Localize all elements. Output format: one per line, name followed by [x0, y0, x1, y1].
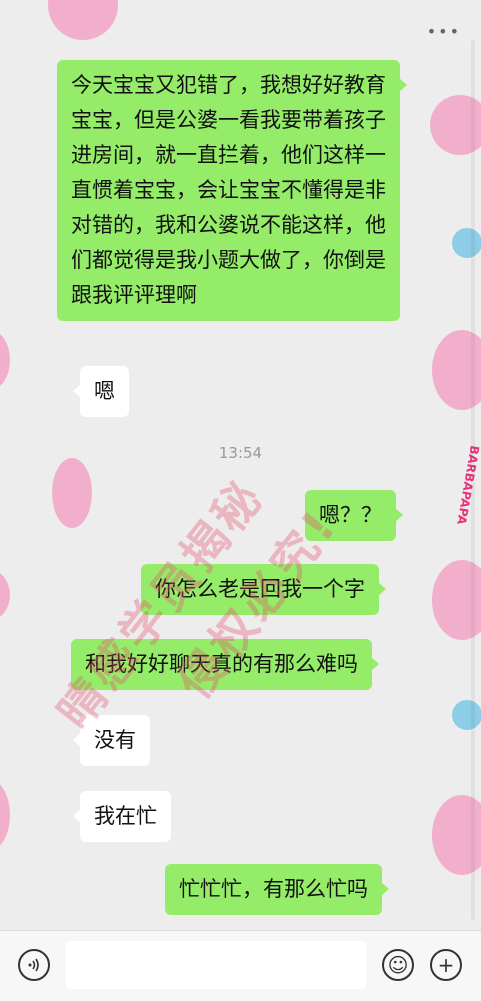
wallpaper-blob [452, 228, 481, 258]
wallpaper-blob [0, 330, 10, 390]
chat-area[interactable]: BARBAPAPA ••• 今天宝宝又犯错了，我想好好教育宝宝，但是公婆一看我要… [0, 0, 481, 930]
message-bubble-received[interactable]: 嗯 [73, 366, 129, 417]
wallpaper-blob [452, 700, 481, 730]
wallpaper-blob [48, 0, 118, 40]
wallpaper-blob [0, 780, 10, 850]
emoji-icon[interactable]: ☺ [382, 949, 414, 981]
message-bubble-received[interactable]: 我在忙 [73, 791, 171, 842]
wallpaper-blob [52, 458, 92, 528]
message-bubble-sent[interactable]: 忙忙忙，有那么忙吗 [165, 864, 389, 915]
scrollbar[interactable] [471, 40, 475, 920]
input-bar: ☺ + [0, 930, 481, 1001]
message-bubble-sent[interactable]: 今天宝宝又犯错了，我想好好教育宝宝，但是公婆一看我要带着孩子进房间，就一直拦着，… [57, 60, 407, 321]
plus-icon[interactable]: + [430, 949, 462, 981]
message-timestamp: 13:54 [218, 444, 263, 462]
wallpaper-blob [0, 570, 10, 620]
message-input[interactable] [66, 941, 366, 989]
more-options-icon[interactable]: ••• [427, 22, 461, 41]
voice-icon[interactable] [18, 949, 50, 981]
